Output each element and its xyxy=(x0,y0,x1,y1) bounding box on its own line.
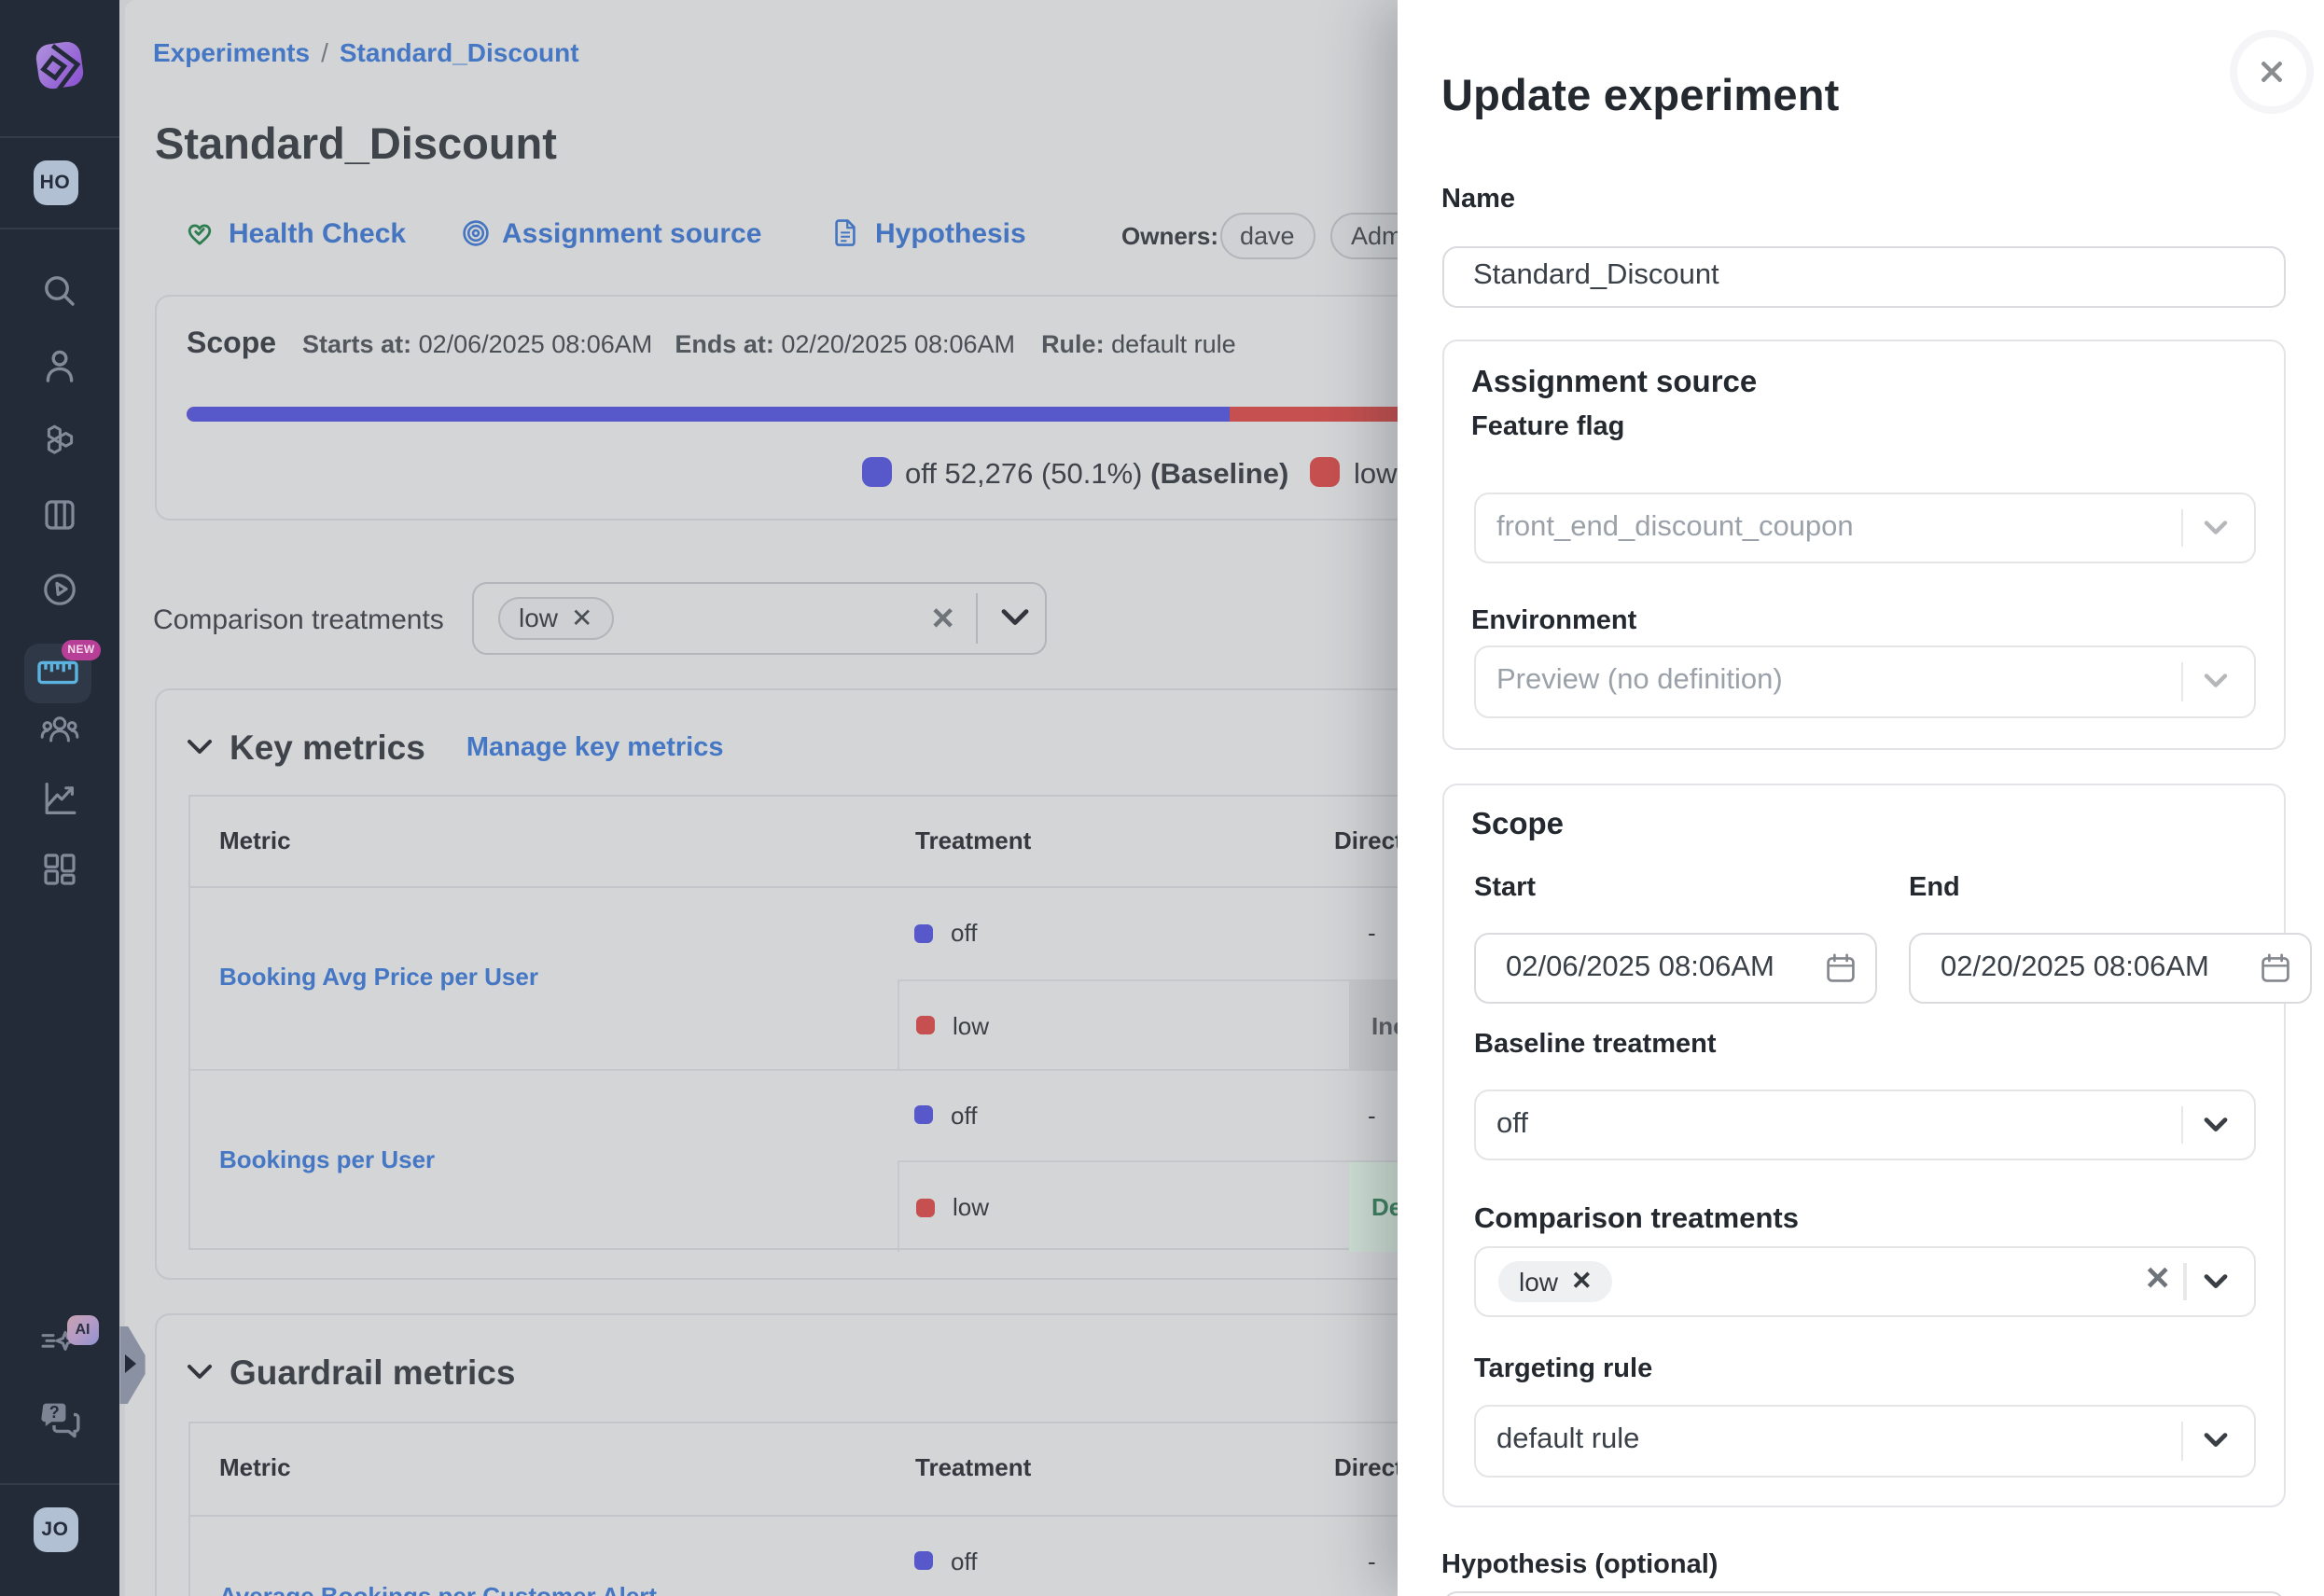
svg-text:?: ? xyxy=(49,1403,60,1422)
